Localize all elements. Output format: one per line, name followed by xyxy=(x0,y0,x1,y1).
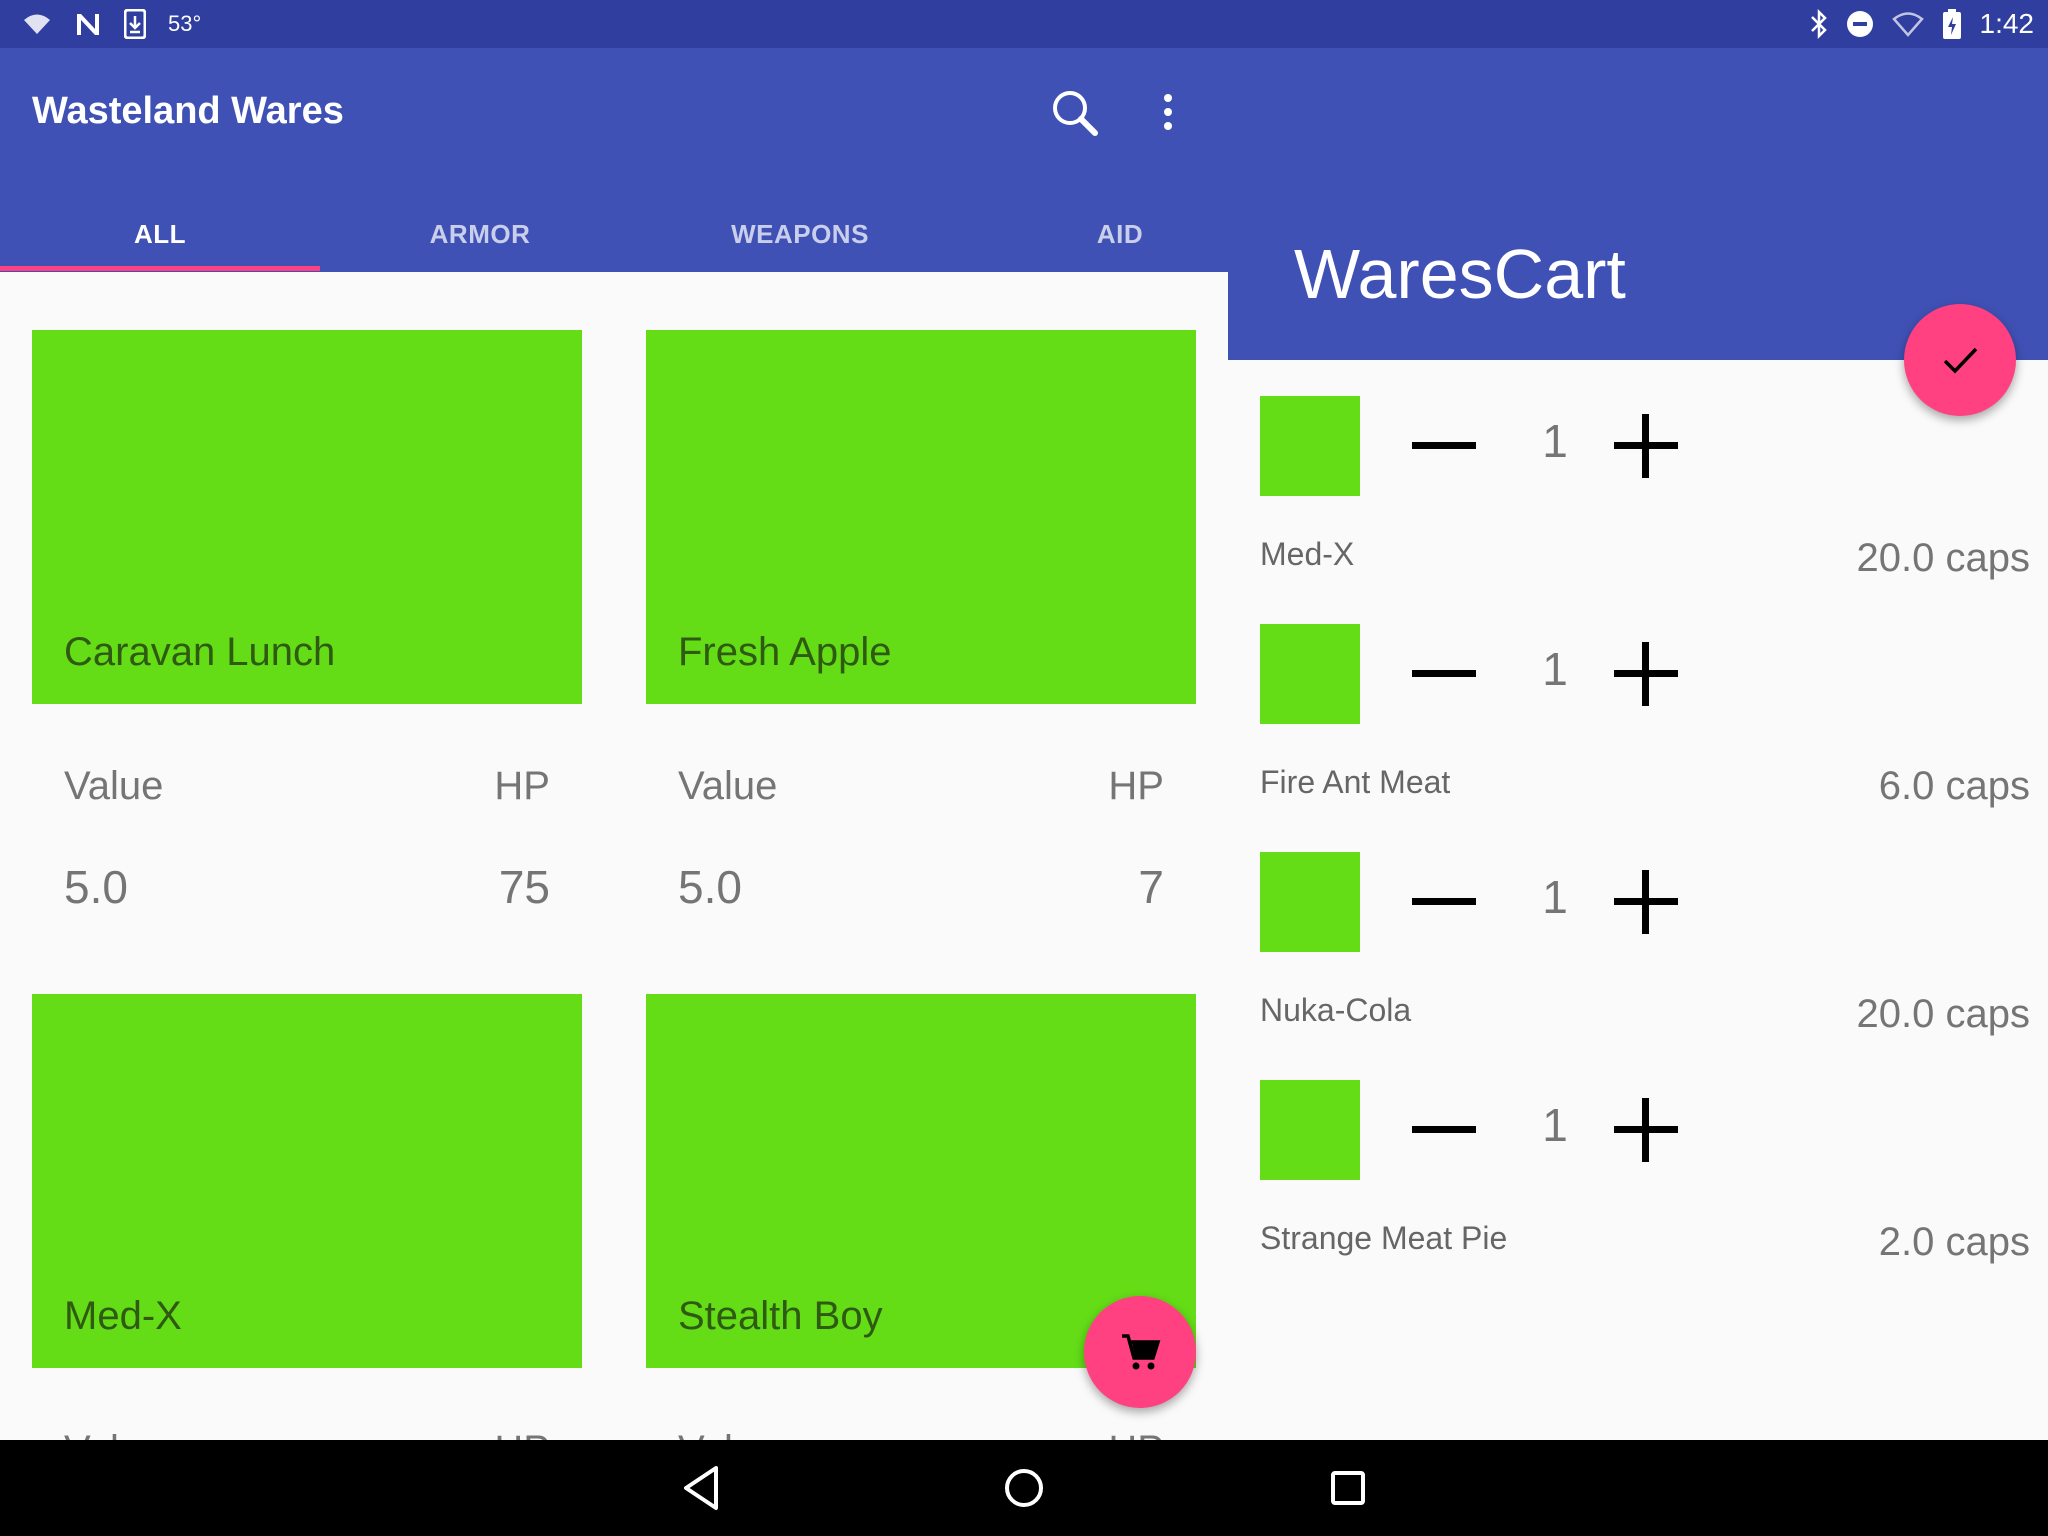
cart-item-image xyxy=(1260,624,1360,724)
check-icon xyxy=(1943,347,1978,374)
cart-item: 1 Nuka-Cola 20.0 caps xyxy=(1260,852,2030,1080)
product-name: Fresh Apple xyxy=(678,630,892,674)
tab-armor[interactable]: ARMOR xyxy=(320,198,640,270)
cart-item-image xyxy=(1260,396,1360,496)
cart-item-name: Strange Meat Pie xyxy=(1260,1220,1508,1256)
status-bar-notifications: 53° xyxy=(22,0,201,48)
navigation-bar xyxy=(0,1440,2048,1536)
recents-icon[interactable] xyxy=(1318,1458,1378,1518)
increase-quantity-icon[interactable] xyxy=(1612,1096,1680,1164)
increase-quantity-icon[interactable] xyxy=(1612,640,1680,708)
hp-amount: 75 xyxy=(498,861,550,913)
cart-title: WaresCart xyxy=(1294,235,1626,313)
cart-item-name: Fire Ant Meat xyxy=(1260,764,1451,800)
cart-item-image xyxy=(1260,1080,1360,1180)
app-title: Wasteland Wares xyxy=(32,90,344,132)
value-label: Value xyxy=(678,764,778,808)
temperature-text: 53° xyxy=(168,11,202,36)
hp-label: HP xyxy=(1108,1428,1164,1440)
cart-item-quantity: 1 xyxy=(1542,1099,1568,1151)
cart-item-price: 2.0 caps xyxy=(1878,1220,2030,1264)
decrease-quantity-icon[interactable] xyxy=(1410,412,1478,480)
home-icon[interactable] xyxy=(994,1458,1054,1518)
decrease-quantity-icon[interactable] xyxy=(1410,1096,1478,1164)
tab-indicator xyxy=(0,266,320,271)
hp-label: HP xyxy=(1108,764,1164,808)
shopping-cart-icon xyxy=(1122,1334,1161,1370)
cart-item-quantity: 1 xyxy=(1542,871,1568,923)
cart-item-price: 20.0 caps xyxy=(1856,992,2030,1036)
signal-icon xyxy=(1891,12,1924,37)
status-bar-system: 1:42 xyxy=(1810,0,2035,48)
decrease-quantity-icon[interactable] xyxy=(1410,640,1478,708)
increase-quantity-icon[interactable] xyxy=(1612,412,1680,480)
hp-label: HP xyxy=(494,764,550,808)
cart-item: 1 Strange Meat Pie 2.0 caps xyxy=(1260,1080,2030,1308)
cart-item-price: 20.0 caps xyxy=(1856,536,2030,580)
decrease-quantity-icon[interactable] xyxy=(1410,868,1478,936)
product-name: Caravan Lunch xyxy=(64,630,336,674)
tab-weapons[interactable]: WEAPONS xyxy=(640,198,960,270)
cart-item: 1 Med-X 20.0 caps xyxy=(1260,396,2030,624)
value-label: Value xyxy=(64,1428,163,1440)
increase-quantity-icon[interactable] xyxy=(1612,868,1680,936)
product-grid: Caravan Lunch Value HP 5.0 75 Fresh Appl… xyxy=(0,272,1228,1440)
hp-label: HP xyxy=(494,1428,550,1440)
cart-item-name: Nuka-Cola xyxy=(1260,992,1412,1028)
wifi-icon xyxy=(24,14,50,34)
do-not-disturb-icon xyxy=(1846,11,1873,37)
n-logo-icon xyxy=(77,14,99,35)
cart-item-price: 6.0 caps xyxy=(1878,764,2030,808)
product-name: Med-X xyxy=(64,1294,182,1338)
cart-item-image xyxy=(1260,852,1360,952)
product-name: Stealth Boy xyxy=(678,1294,883,1338)
cart-item: 1 Fire Ant Meat 6.0 caps xyxy=(1260,624,2030,852)
value-label: Value xyxy=(678,1428,777,1440)
cart-item-name: Med-X xyxy=(1260,536,1355,572)
tab-all[interactable]: ALL xyxy=(0,198,320,270)
value-amount: 5.0 xyxy=(64,861,128,913)
value-label: Value xyxy=(64,764,164,808)
back-icon[interactable] xyxy=(672,1458,732,1518)
cart-button[interactable] xyxy=(1084,1296,1196,1408)
cart-item-quantity: 1 xyxy=(1542,643,1568,695)
cart-item-quantity: 1 xyxy=(1542,415,1568,467)
value-amount: 5.0 xyxy=(678,861,742,913)
search-icon[interactable] xyxy=(1050,88,1100,138)
battery-icon xyxy=(1942,9,1961,39)
hp-amount: 7 xyxy=(1138,861,1164,913)
more-vert-icon[interactable] xyxy=(1148,88,1188,138)
clock-text: 1:42 xyxy=(1979,8,2035,39)
download-icon xyxy=(124,9,146,39)
bluetooth-icon xyxy=(1810,9,1827,39)
status-bar: 53° 1:42 xyxy=(0,0,2048,48)
